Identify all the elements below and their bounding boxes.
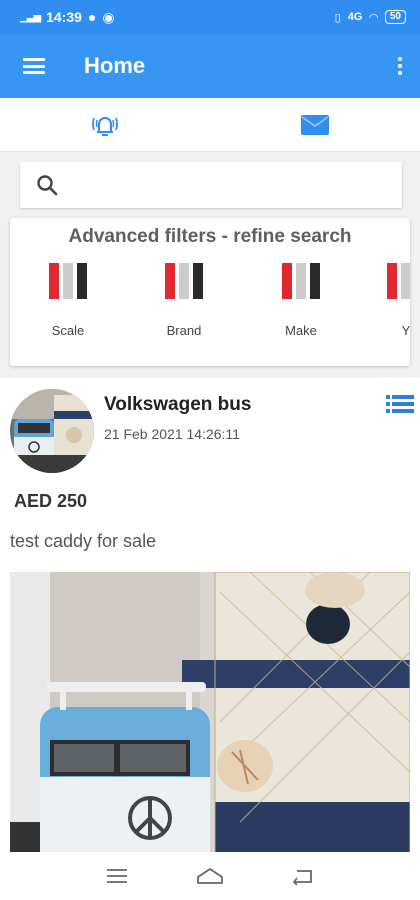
system-nav-bar <box>0 852 420 900</box>
alarm-icon <box>92 116 118 136</box>
menu-lines-icon <box>106 869 127 883</box>
filter-row: Scale Brand Make Y <box>10 251 410 361</box>
menu-button[interactable] <box>0 34 68 98</box>
filter-year[interactable]: Y <box>366 263 410 338</box>
hamburger-icon <box>23 58 45 74</box>
flag-icon <box>165 263 203 299</box>
home-icon <box>197 868 223 884</box>
tab-messages[interactable] <box>210 98 420 151</box>
status-right: ▯ 4G ◠ 50 <box>335 10 406 24</box>
filter-label: Y <box>401 323 410 338</box>
app-bar: Home <box>0 34 420 98</box>
filter-make[interactable]: Make <box>261 263 341 338</box>
back-icon <box>293 870 313 885</box>
advanced-filters-card: Advanced filters - refine search Scale B… <box>10 218 410 366</box>
more-options-button[interactable] <box>380 34 420 98</box>
search-box[interactable] <box>20 162 402 208</box>
mail-icon <box>301 114 329 135</box>
network-type: 4G <box>347 11 363 23</box>
chat-icon: ◉ <box>102 8 115 25</box>
filter-scale[interactable]: Scale <box>28 263 108 338</box>
tab-bar <box>0 98 420 152</box>
list-view-icon[interactable] <box>386 394 414 414</box>
back-button[interactable] <box>283 861 323 891</box>
filter-label: Scale <box>51 323 85 338</box>
filters-title: Advanced filters - refine search <box>68 226 352 247</box>
wifi-icon: ◠ <box>369 11 378 24</box>
flag-icon <box>387 263 410 299</box>
avatar[interactable] <box>10 389 94 473</box>
vibrate-icon: ▯ <box>334 11 341 24</box>
signal-icon: ▁▃▅ <box>20 11 41 23</box>
flag-icon <box>282 263 320 299</box>
leaf-icon: ● <box>87 9 97 25</box>
listing-card[interactable]: Volkswagen bus 21 Feb 2021 14:26:11 AED … <box>0 378 420 852</box>
status-bar: ▁▃▅ 14:39 ● ◉ ▯ 4G ◠ 50 <box>0 0 420 34</box>
listing-title[interactable]: Volkswagen bus <box>104 394 251 416</box>
status-left: ▁▃▅ 14:39 ● ◉ <box>20 9 115 26</box>
listing-date: 21 Feb 2021 14:26:11 <box>104 426 240 442</box>
filter-label: Make <box>285 323 317 338</box>
flag-icon <box>49 263 87 299</box>
listing-description: test caddy for sale <box>10 531 157 551</box>
home-button[interactable] <box>190 861 230 891</box>
recent-apps-button[interactable] <box>97 861 137 891</box>
search-input[interactable] <box>68 165 402 205</box>
search-icon <box>37 175 58 196</box>
van-thumbnail-image <box>10 389 94 473</box>
status-time: 14:39 <box>46 9 82 25</box>
filter-brand[interactable]: Brand <box>144 263 224 338</box>
listing-price: AED 250 <box>14 491 88 511</box>
van-photo-image <box>10 572 410 852</box>
listing-photo[interactable] <box>10 572 410 852</box>
filter-label: Brand <box>166 323 202 338</box>
battery-icon: 50 <box>384 10 406 24</box>
page-title: Home <box>84 53 146 78</box>
tab-notifications[interactable] <box>0 98 210 151</box>
